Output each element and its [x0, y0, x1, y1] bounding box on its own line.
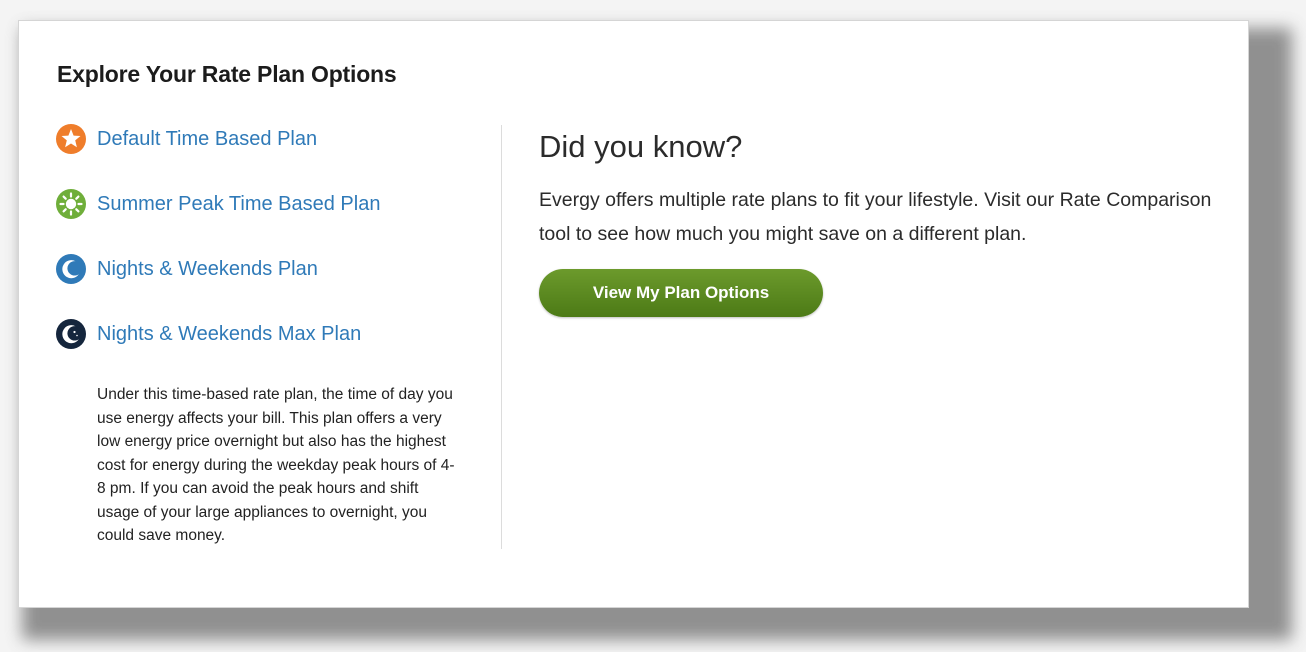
plan-description: Under this time-based rate plan, the tim…	[97, 386, 455, 544]
plan-link-nights-weekends[interactable]: Nights & Weekends Plan	[55, 253, 475, 285]
plan-label: Nights & Weekends Max Plan	[97, 322, 362, 345]
column-divider	[501, 125, 502, 549]
did-you-know-panel: Did you know? Evergy offers multiple rat…	[539, 125, 1229, 317]
star-icon	[56, 124, 86, 154]
moon-stars-icon	[56, 319, 86, 349]
plan-label: Summer Peak Time Based Plan	[97, 192, 381, 215]
plan-link-default-time-based[interactable]: Default Time Based Plan	[55, 123, 475, 155]
view-my-plan-options-button[interactable]: View My Plan Options	[539, 269, 823, 317]
page: Explore Your Rate Plan Options Default T…	[0, 0, 1306, 652]
did-you-know-text: Evergy offers multiple rate plans to fit…	[539, 189, 1212, 245]
rate-plan-card: Explore Your Rate Plan Options Default T…	[18, 20, 1249, 608]
card-title: Explore Your Rate Plan Options	[57, 61, 397, 87]
plan-list: Default Time Based Plan Summer Peak Time…	[55, 123, 475, 548]
plan-label: Nights & Weekends Plan	[97, 257, 318, 280]
plan-label: Default Time Based Plan	[97, 127, 318, 150]
did-you-know-title: Did you know?	[539, 129, 743, 164]
plan-link-summer-peak[interactable]: Summer Peak Time Based Plan	[55, 188, 475, 220]
sun-icon	[56, 189, 86, 219]
moon-icon	[56, 254, 86, 284]
plan-link-nights-weekends-max[interactable]: Nights & Weekends Max Plan	[55, 318, 475, 350]
